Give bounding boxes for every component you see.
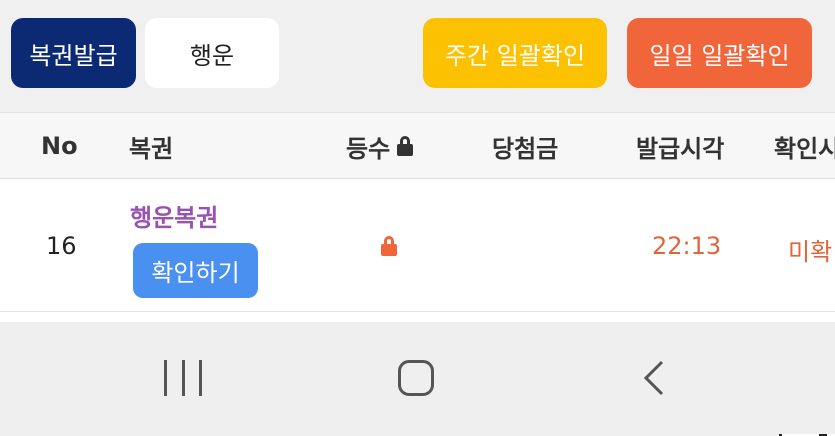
header-check-time: 확인시 xyxy=(774,134,835,163)
luck-filter-button[interactable]: 행운 xyxy=(145,18,279,88)
recent-apps-icon[interactable] xyxy=(164,356,202,400)
row-check-status: 미확 xyxy=(788,238,833,266)
header-no: No xyxy=(41,132,78,160)
system-nav-bar xyxy=(0,322,835,434)
table-row: 16 행운복권 확인하기 22:13 미확 xyxy=(0,180,835,312)
top-toolbar: 복권발급 행운 주간 일괄확인 일일 일괄확인 xyxy=(0,0,835,112)
weekly-bulk-check-button[interactable]: 주간 일괄확인 xyxy=(423,18,607,88)
header-issue-time: 발급시각 xyxy=(636,134,725,163)
header-prize: 당첨금 xyxy=(492,134,559,163)
row-no: 16 xyxy=(46,232,77,260)
daily-bulk-check-button[interactable]: 일일 일괄확인 xyxy=(627,18,812,88)
row-issue-time: 22:13 xyxy=(652,232,722,260)
lock-icon xyxy=(380,236,398,256)
header-rank: 등수 xyxy=(346,113,414,179)
header-rank-label: 등수 xyxy=(346,134,391,163)
table-header: No 복권 등수 당첨금 발급시각 확인시 xyxy=(0,113,835,179)
header-ticket: 복권 xyxy=(129,134,174,163)
back-icon[interactable] xyxy=(640,356,670,400)
ticket-table: No 복권 등수 당첨금 발급시각 확인시 16 행운복권 확인하기 22:13… xyxy=(0,112,835,436)
row-rank xyxy=(374,234,398,262)
lock-icon xyxy=(396,136,414,156)
issue-ticket-button[interactable]: 복권발급 xyxy=(11,18,136,88)
home-icon[interactable] xyxy=(398,360,434,396)
confirm-button[interactable]: 확인하기 xyxy=(133,243,258,298)
row-ticket-name: 행운복권 xyxy=(130,204,219,232)
